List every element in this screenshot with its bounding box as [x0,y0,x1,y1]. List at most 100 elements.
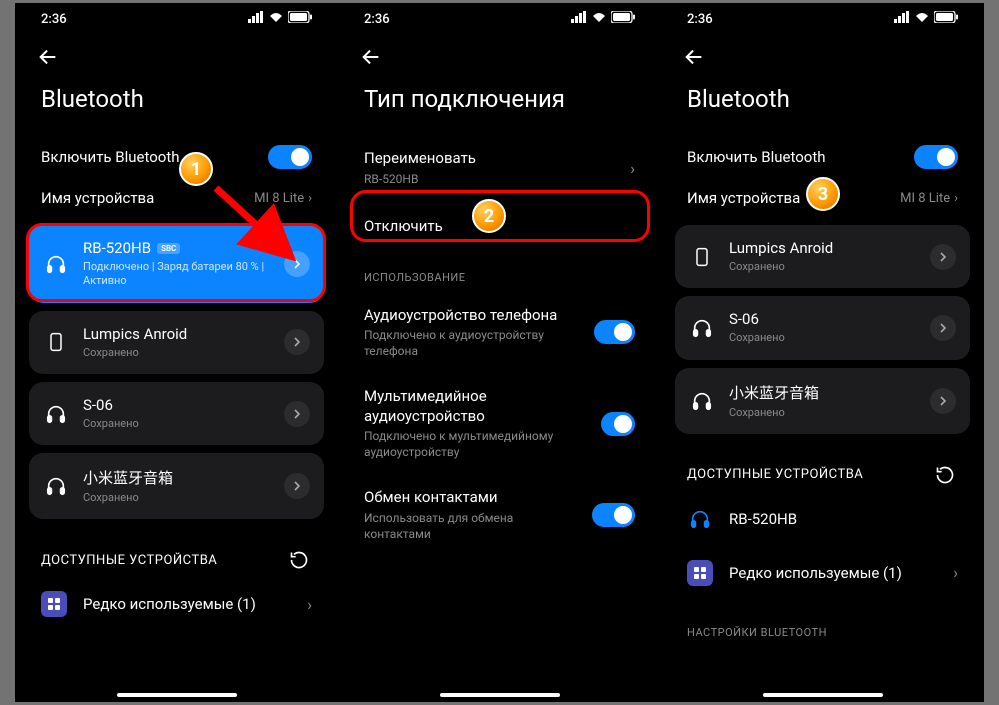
paired-device-lumpics[interactable]: Lumpics Anroid Сохранено [29,311,324,374]
device-status: Сохранено [83,346,270,360]
device-details-button[interactable] [930,244,956,270]
back-row [661,35,984,79]
headphones-icon [689,315,715,341]
annotation-arrow [208,180,303,270]
status-time: 2:36 [41,12,67,27]
enable-bluetooth-label: Включить Bluetooth [41,148,180,166]
toggle[interactable] [592,503,635,527]
status-time: 2:36 [687,12,713,27]
paired-device-s06[interactable]: S-06 Сохранено [675,296,970,359]
chevron-right-icon: › [953,563,958,582]
home-indicator[interactable] [763,693,883,697]
grid-icon [41,591,67,617]
rarely-used-label: Редко используемые (1) [729,564,937,582]
back-icon[interactable] [37,46,59,68]
rename-row[interactable]: Переименовать RB-520HB › [352,135,647,201]
headphones-icon [43,473,69,499]
paired-device-xiaomi-speaker[interactable]: 小米蓝牙音箱 Сохранено [675,368,970,434]
headphones-icon [43,251,69,277]
rarely-used-label: Редко используемые (1) [83,595,291,613]
annotation-marker-3: 3 [806,177,840,211]
status-time: 2:36 [364,12,390,27]
toggle[interactable] [594,320,635,344]
chevron-right-icon: › [630,159,635,178]
device-name: 小米蓝牙音箱 [83,467,173,488]
media-audio-row[interactable]: Мультимедийное аудиоустройство Подключен… [352,373,647,474]
bluetooth-toggle[interactable] [268,145,312,169]
usage-header: ИСПОЛЬЗОВАНИЕ [352,253,647,292]
device-status: Сохранено [729,331,916,345]
battery-icon [288,11,312,27]
back-row [15,35,338,79]
device-name: S-06 [83,396,113,414]
back-row [338,35,661,79]
headphones-icon [43,401,69,427]
paired-device-s06[interactable]: S-06 Сохранено [29,382,324,445]
rename-label: Переименовать [364,149,476,169]
row-title: Обмен контактами [364,488,580,508]
phone-icon [43,329,69,355]
device-status: Сохранено [729,406,916,420]
device-details-button[interactable] [284,473,310,499]
device-name-value: MI 8 Lite [900,191,950,206]
phone-screen-3: 2:36 Bluetooth Включить Bluetooth Имя ус… [661,3,984,702]
refresh-icon[interactable] [286,547,312,573]
status-icons [894,11,958,27]
back-icon[interactable] [360,46,382,68]
rarely-used-row[interactable]: Редко используемые (1) › [675,546,970,600]
row-title: Аудиоустройство телефона [364,306,582,326]
row-sub: Подключено к аудиоустройству телефона [364,328,582,359]
device-name: 小米蓝牙音箱 [729,382,819,403]
toggle[interactable] [601,412,635,436]
paired-device-lumpics[interactable]: Lumpics Anroid Сохранено [675,225,970,288]
contacts-sharing-row[interactable]: Обмен контактами Использовать для обмена… [352,474,647,556]
home-indicator[interactable] [440,693,560,697]
device-details-button[interactable] [284,401,310,427]
grid-icon [687,560,713,586]
device-name-label: Имя устройства [41,189,154,207]
page-title: Bluetooth [661,79,984,135]
device-details-button[interactable] [930,315,956,341]
bluetooth-toggle[interactable] [914,145,958,169]
enable-bluetooth-label: Включить Bluetooth [687,148,826,166]
wifi-icon [591,11,607,27]
available-devices-header: ДОСТУПНЫЕ УСТРОЙСТВА [687,467,863,482]
codec-badge: SBC [157,243,180,254]
available-devices-header: ДОСТУПНЫЕ УСТРОЙСТВА [41,553,217,568]
available-device-rb520hb[interactable]: RB-520HB [675,492,970,546]
chevron-right-icon: › [308,191,312,206]
phone-screen-1: 2:36 Bluetooth Включить Bluetooth Имя ус… [15,3,338,702]
headphones-icon [689,388,715,414]
phone-icon [689,244,715,270]
status-icons [571,11,635,27]
phone-audio-row[interactable]: Аудиоустройство телефона Подключено к ау… [352,292,647,374]
signal-icon [894,11,910,27]
enable-bluetooth-row[interactable]: Включить Bluetooth [675,135,970,179]
disconnect-label: Отключить [364,217,443,237]
status-bar: 2:36 [661,3,984,35]
paired-device-xiaomi-speaker[interactable]: 小米蓝牙音箱 Сохранено [29,453,324,519]
wifi-icon [268,11,284,27]
page-title: Bluetooth [15,79,338,135]
row-sub: Подключено к мультимедийному аудиоустрой… [364,429,589,460]
available-device-name: RB-520HB [729,510,958,528]
enable-bluetooth-row[interactable]: Включить Bluetooth [29,135,324,179]
device-name: Lumpics Anroid [729,239,833,257]
device-details-button[interactable] [930,388,956,414]
headphones-icon [687,506,713,532]
page-title: Тип подключения [338,79,661,135]
chevron-right-icon: › [954,191,958,206]
wifi-icon [914,11,930,27]
home-indicator[interactable] [117,693,237,697]
battery-icon [611,11,635,27]
bluetooth-settings-header: НАСТРОЙКИ BLUETOOTH [675,600,970,647]
device-status: Сохранено [83,491,270,505]
signal-icon [248,11,264,27]
device-details-button[interactable] [284,329,310,355]
refresh-icon[interactable] [932,462,958,488]
device-status: Сохранено [83,417,270,431]
device-name-label: Имя устройства [687,189,800,207]
rarely-used-row[interactable]: Редко используемые (1) › [29,577,324,631]
back-icon[interactable] [683,46,705,68]
status-bar: 2:36 [338,3,661,35]
